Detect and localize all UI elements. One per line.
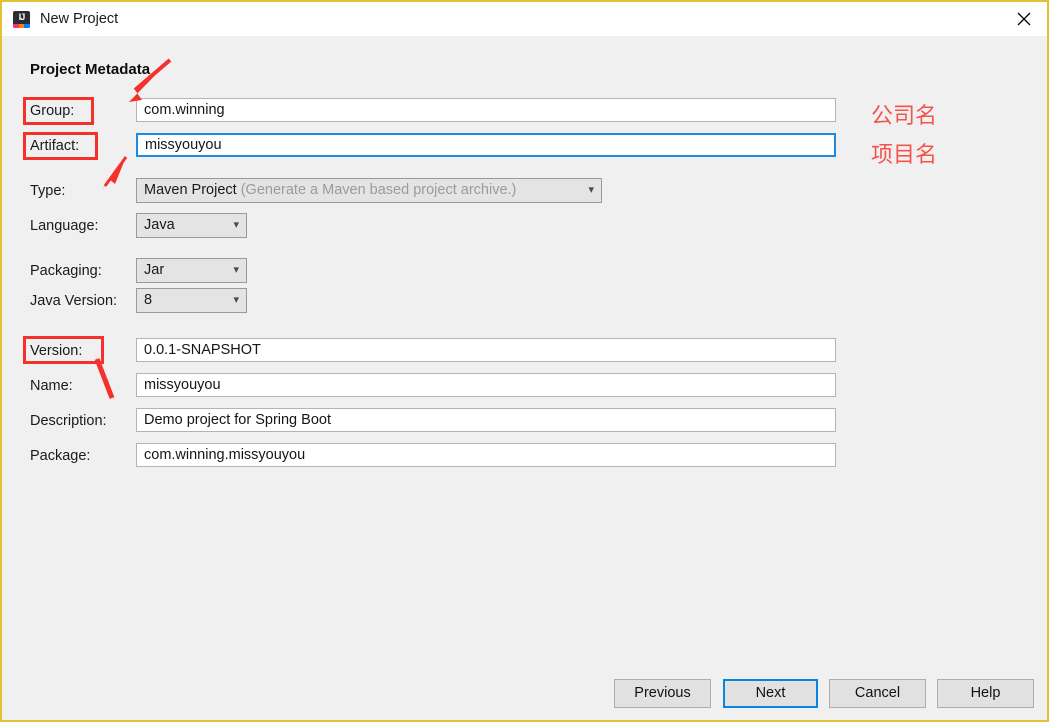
label-version: Version: <box>30 343 83 359</box>
group-input[interactable]: com.winning <box>136 98 836 122</box>
label-java-version: Java Version: <box>30 293 118 309</box>
version-input[interactable]: 0.0.1-SNAPSHOT <box>136 338 836 362</box>
help-button[interactable]: Help <box>937 679 1034 708</box>
label-group: Group: <box>30 103 75 119</box>
chevron-down-icon: ▾ <box>233 219 239 231</box>
package-input[interactable]: com.winning.missyouyou <box>136 443 836 467</box>
type-dropdown-hint: (Generate a Maven based project archive.… <box>240 182 517 198</box>
next-button[interactable]: Next <box>723 679 818 708</box>
type-dropdown-value: Maven Project <box>144 182 237 198</box>
cancel-button[interactable]: Cancel <box>829 679 926 708</box>
label-language: Language: <box>30 218 99 234</box>
title-bar: IJ New Project <box>2 2 1047 36</box>
previous-button[interactable]: Previous <box>614 679 711 708</box>
java-version-dropdown[interactable]: 8 ▾ <box>136 288 247 313</box>
chevron-down-icon: ▾ <box>233 264 239 276</box>
name-input[interactable]: missyouyou <box>136 373 836 397</box>
intellij-idea-icon: IJ <box>13 10 30 28</box>
page-title: Project Metadata <box>30 61 151 78</box>
label-packaging: Packaging: <box>30 263 102 279</box>
label-description: Description: <box>30 413 107 429</box>
new-project-dialog: IJ New Project Project Metadata Group: c… <box>0 0 1049 722</box>
label-artifact: Artifact: <box>30 138 80 154</box>
label-package: Package: <box>30 448 91 464</box>
dialog-body: Project Metadata Group: com.winning Arti… <box>2 36 1047 720</box>
language-dropdown[interactable]: Java ▾ <box>136 213 247 238</box>
close-icon <box>1016 11 1032 27</box>
chevron-down-icon: ▾ <box>588 184 594 196</box>
type-dropdown[interactable]: Maven Project (Generate a Maven based pr… <box>136 178 602 203</box>
language-dropdown-value: Java <box>144 217 175 233</box>
packaging-dropdown[interactable]: Jar ▾ <box>136 258 247 283</box>
packaging-dropdown-value: Jar <box>144 262 165 278</box>
label-type: Type: <box>30 183 66 199</box>
java-version-dropdown-value: 8 <box>144 292 153 308</box>
label-name: Name: <box>30 378 73 394</box>
artifact-input[interactable]: missyouyou <box>136 133 836 157</box>
close-button[interactable] <box>1001 2 1047 36</box>
chevron-down-icon: ▾ <box>233 294 239 306</box>
window-title: New Project <box>40 11 119 27</box>
description-input[interactable]: Demo project for Spring Boot <box>136 408 836 432</box>
